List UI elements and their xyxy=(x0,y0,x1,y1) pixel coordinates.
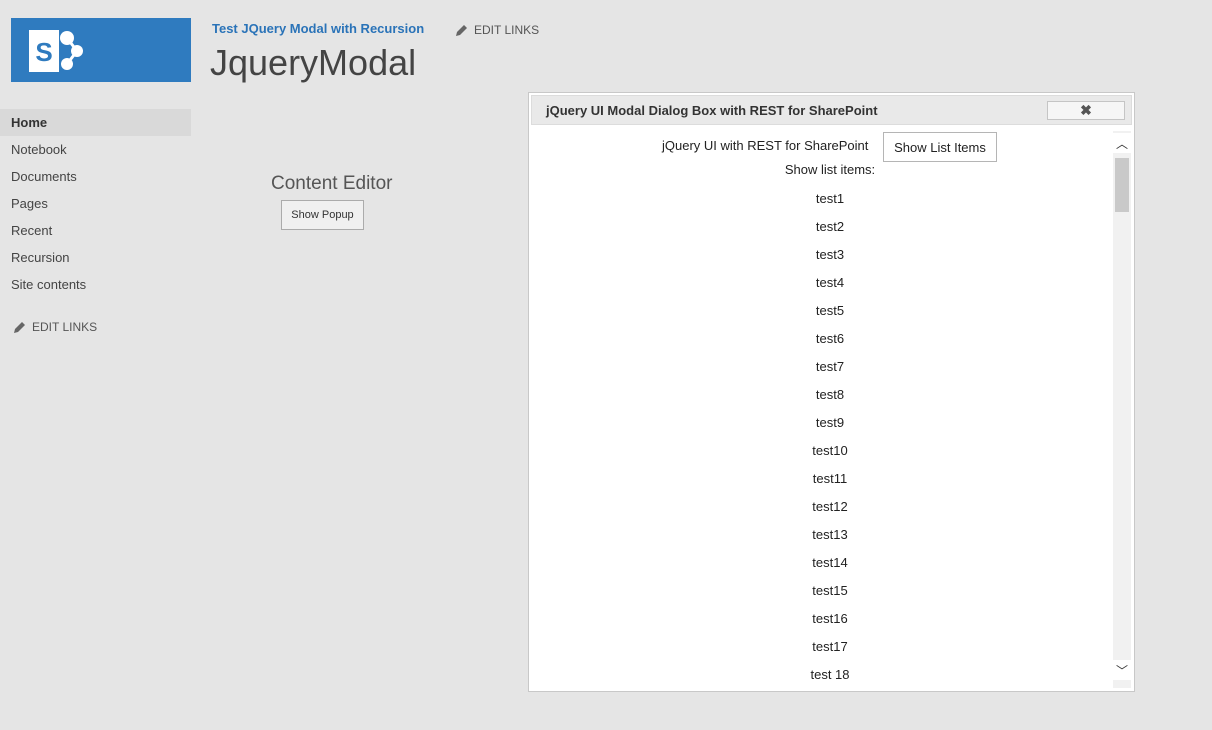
dialog-title: jQuery UI Modal Dialog Box with REST for… xyxy=(546,103,878,118)
quick-launch: Home Notebook Documents Pages Recent Recursio… xyxy=(0,109,191,298)
site-title-link[interactable]: Test JQuery Modal with Recursion xyxy=(212,21,424,36)
sidebar-item-recent[interactable]: Recent xyxy=(0,217,191,244)
show-list-items-button[interactable]: Show List Items xyxy=(883,132,997,162)
dialog-scrollbar[interactable]: ︿ ﹀ xyxy=(1113,131,1131,688)
list-item: test14 xyxy=(812,555,848,570)
sidebar-item-notebook[interactable]: Notebook xyxy=(0,136,191,163)
list-item: test11 xyxy=(812,471,848,486)
chevron-down-icon: ﹀ xyxy=(1115,663,1128,678)
list-item: test2 xyxy=(815,219,845,234)
list-label: Show list items: xyxy=(784,162,876,177)
list-item: test6 xyxy=(815,331,845,346)
dialog-titlebar[interactable]: jQuery UI Modal Dialog Box with REST for… xyxy=(531,95,1132,125)
chevron-up-icon: ︿ xyxy=(1115,136,1128,151)
list-item: test13 xyxy=(812,527,848,542)
sidebar-item-documents[interactable]: Documents xyxy=(0,163,191,190)
close-icon: ✖ xyxy=(1080,102,1092,118)
show-popup-button[interactable]: Show Popup xyxy=(281,200,364,230)
top-edit-links[interactable]: EDIT LINKS xyxy=(455,23,539,37)
list-item: test3 xyxy=(815,247,845,262)
scrollbar-thumb[interactable] xyxy=(1115,158,1129,212)
list-item: test9 xyxy=(815,415,845,430)
list-item: test17 xyxy=(812,639,848,654)
list-item: test8 xyxy=(815,387,845,402)
sharepoint-logo-icon: S xyxy=(29,30,83,72)
list-item: test15 xyxy=(812,583,848,598)
scroll-up-button[interactable]: ︿ xyxy=(1113,133,1131,153)
left-edit-links-label: EDIT LINKS xyxy=(32,320,98,334)
dialog-close-button[interactable]: ✖ xyxy=(1047,101,1125,120)
sidebar-item-home[interactable]: Home xyxy=(0,109,191,136)
list-item: test10 xyxy=(812,443,848,458)
list-item: test4 xyxy=(815,275,845,290)
dialog-content: jQuery UI with REST for SharePoint Show … xyxy=(529,128,1114,688)
scroll-down-button[interactable]: ﹀ xyxy=(1113,660,1131,680)
list-item: test16 xyxy=(812,611,848,626)
list-item: test12 xyxy=(812,499,848,514)
page-title: JqueryModal xyxy=(210,42,417,83)
svg-text:S: S xyxy=(35,37,52,67)
pencil-icon xyxy=(456,24,467,36)
top-edit-links-label: EDIT LINKS xyxy=(474,23,540,37)
sidebar-item-site-contents[interactable]: Site contents xyxy=(0,271,191,298)
dialog-header-text: jQuery UI with REST for SharePoint xyxy=(662,138,869,153)
webpart-title: Content Editor xyxy=(271,173,393,194)
sharepoint-logo[interactable]: S xyxy=(11,18,191,82)
modal-dialog: jQuery UI Modal Dialog Box with REST for… xyxy=(528,92,1135,692)
left-edit-links[interactable]: EDIT LINKS xyxy=(13,320,97,334)
list-items: test1 test2 test3 test4 test5 test6 test7 test8… xyxy=(529,185,1114,688)
pencil-icon xyxy=(14,321,25,333)
list-item: test1 xyxy=(815,191,845,206)
list-item: test 18 xyxy=(810,667,850,682)
list-item: test5 xyxy=(815,303,845,318)
sidebar-item-pages[interactable]: Pages xyxy=(0,190,191,217)
sidebar-item-recursion[interactable]: Recursion xyxy=(0,244,191,271)
list-item: test7 xyxy=(815,359,845,374)
